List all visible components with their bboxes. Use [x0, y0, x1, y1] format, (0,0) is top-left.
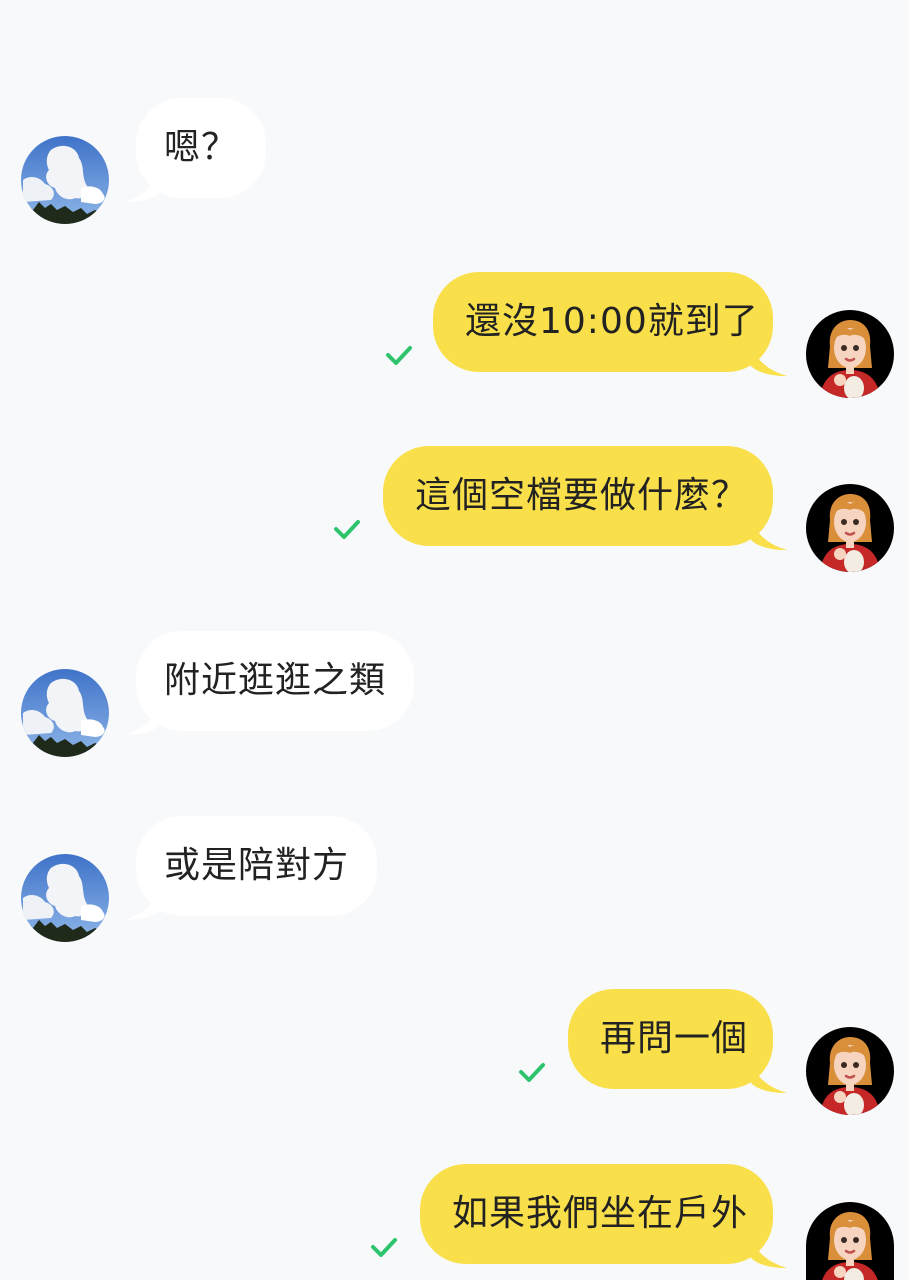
my-avatar[interactable]: [806, 484, 894, 572]
message-bubble[interactable]: 如果我們坐在戶外: [420, 1164, 787, 1268]
bubble-tail: [751, 1063, 787, 1093]
my-avatar[interactable]: [806, 1027, 894, 1115]
message-incoming: 嗯？: [0, 98, 909, 224]
message-text: 如果我們坐在戶外: [452, 1193, 749, 1234]
checkmark-icon: [518, 1061, 546, 1083]
chat-thread: 嗯？ 還沒10:00就到了 這個空檔要做什麼？ 附近逛逛之類 或是陪對方 再問一…: [0, 0, 909, 1280]
bubble-tail: [751, 1238, 787, 1268]
bubble-tail: [124, 705, 160, 735]
message-outgoing: 還沒10:00就到了: [0, 272, 909, 398]
checkmark-icon: [333, 518, 361, 540]
my-avatar[interactable]: [806, 1202, 894, 1280]
message-text: 還沒10:00就到了: [465, 301, 759, 342]
message-outgoing: 如果我們坐在戶外: [0, 1164, 909, 1280]
message-bubble[interactable]: 嗯？: [124, 98, 267, 202]
bubble-tail: [124, 172, 160, 202]
contact-avatar[interactable]: [21, 854, 109, 942]
my-avatar[interactable]: [806, 310, 894, 398]
bubble-tail: [124, 890, 160, 920]
bubble-tail: [751, 346, 787, 376]
message-incoming: 或是陪對方: [0, 816, 909, 942]
message-bubble[interactable]: 這個空檔要做什麼？: [383, 446, 787, 550]
message-bubble[interactable]: 或是陪對方: [124, 816, 378, 920]
message-text: 或是陪對方: [164, 845, 350, 886]
message-text: 附近逛逛之類: [164, 660, 387, 701]
message-outgoing: 再問一個: [0, 989, 909, 1115]
contact-avatar[interactable]: [21, 669, 109, 757]
message-outgoing: 這個空檔要做什麼？: [0, 446, 909, 572]
message-incoming: 附近逛逛之類: [0, 631, 909, 757]
checkmark-icon: [385, 344, 413, 366]
message-bubble[interactable]: 還沒10:00就到了: [433, 272, 787, 376]
message-text: 嗯？: [164, 127, 239, 168]
checkmark-icon: [370, 1236, 398, 1258]
bubble-tail: [751, 520, 787, 550]
message-bubble[interactable]: 再問一個: [568, 989, 787, 1093]
message-bubble[interactable]: 附近逛逛之類: [124, 631, 415, 735]
contact-avatar[interactable]: [21, 136, 109, 224]
message-text: 再問一個: [600, 1018, 749, 1059]
message-text: 這個空檔要做什麼？: [415, 475, 749, 516]
